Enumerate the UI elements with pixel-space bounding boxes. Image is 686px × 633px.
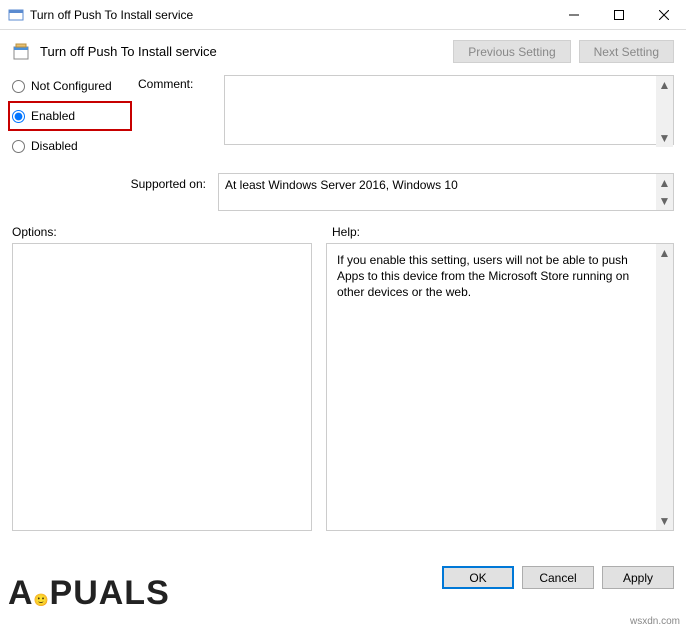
scroll-down-icon[interactable]: ▼ [659,129,671,147]
scrollbar[interactable]: ▲▼ [656,174,673,210]
radio-enabled-label: Enabled [31,109,75,123]
ok-button[interactable]: OK [442,566,514,589]
window-title: Turn off Push To Install service [30,8,551,22]
scroll-down-icon[interactable]: ▼ [659,512,671,530]
cancel-button[interactable]: Cancel [522,566,594,589]
scrollbar[interactable]: ▲▼ [656,244,673,530]
title-bar: Turn off Push To Install service [0,0,686,30]
scrollbar[interactable]: ▲▼ [656,76,673,147]
supported-on-label: Supported on: [12,173,212,191]
scroll-up-icon[interactable]: ▲ [659,76,671,94]
setting-title: Turn off Push To Install service [40,44,445,59]
comment-textarea[interactable] [224,75,674,145]
options-label: Options: [12,225,332,239]
supported-on-field: At least Windows Server 2016, Windows 10 [218,173,674,211]
help-panel: If you enable this setting, users will n… [326,243,674,531]
radio-not-configured-input[interactable] [12,80,25,93]
window-icon [8,7,24,23]
comment-label: Comment: [138,75,218,91]
setting-header: Turn off Push To Install service Previou… [0,30,686,69]
watermark-logo: A🙂PUALS [0,574,170,613]
next-setting-button[interactable]: Next Setting [579,40,674,63]
radio-disabled[interactable]: Disabled [12,135,132,157]
highlight-box: Enabled [8,101,132,131]
radio-enabled[interactable]: Enabled [12,105,116,127]
radio-enabled-input[interactable] [12,110,25,123]
help-label: Help: [332,225,674,239]
scroll-up-icon[interactable]: ▲ [659,244,671,262]
radio-disabled-input[interactable] [12,140,25,153]
scroll-up-icon[interactable]: ▲ [659,174,671,192]
close-button[interactable] [641,0,686,29]
radio-not-configured[interactable]: Not Configured [12,75,132,97]
minimize-button[interactable] [551,0,596,29]
policy-icon [12,42,32,62]
radio-disabled-label: Disabled [31,139,78,153]
dialog-button-row: OK Cancel Apply [442,566,674,589]
watermark-text: wsxdn.com [630,616,680,627]
options-panel [12,243,312,531]
scroll-down-icon[interactable]: ▼ [659,192,671,210]
state-radio-group: Not Configured Enabled Disabled [12,75,132,165]
apply-button[interactable]: Apply [602,566,674,589]
previous-setting-button[interactable]: Previous Setting [453,40,570,63]
maximize-button[interactable] [596,0,641,29]
radio-not-configured-label: Not Configured [31,79,112,93]
